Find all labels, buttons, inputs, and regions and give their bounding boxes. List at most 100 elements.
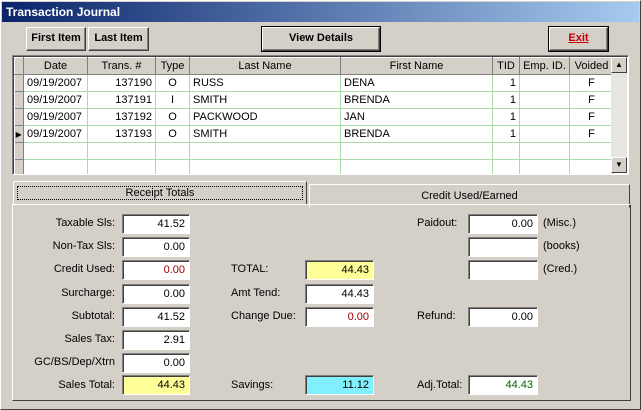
paidout-field: 0.00 xyxy=(468,214,538,234)
exit-button[interactable]: Exit xyxy=(548,26,609,52)
table-cell[interactable] xyxy=(340,159,493,174)
gc-bs-dep-xtrn-label: GC/BS/Dep/Xtrn xyxy=(34,356,115,368)
column-header[interactable]: Voided xyxy=(569,57,614,75)
amt-tend-field: 44.43 xyxy=(305,284,374,304)
first-item-button[interactable]: First Item xyxy=(26,27,86,51)
savings-field: 11.12 xyxy=(305,375,374,395)
table-cell[interactable]: O xyxy=(155,108,190,126)
table-cell[interactable] xyxy=(492,159,520,174)
table-cell[interactable]: 09/19/2007 xyxy=(23,74,88,92)
table-row[interactable]: 09/19/2007 137191 I SMITH BRENDA 1 F xyxy=(14,91,614,109)
table-cell[interactable] xyxy=(87,142,156,160)
table-cell[interactable]: F xyxy=(569,74,614,92)
table-cell[interactable] xyxy=(155,142,190,160)
table-cell[interactable]: 1 xyxy=(492,91,520,109)
table-cell[interactable] xyxy=(569,159,614,174)
subtotal-label: Subtotal: xyxy=(71,310,115,322)
table-cell[interactable] xyxy=(519,125,570,143)
gc-bs-dep-xtrn-field: 0.00 xyxy=(122,353,190,373)
column-header[interactable]: First Name xyxy=(340,57,493,75)
adj-total-field: 44.43 xyxy=(468,375,538,395)
table-cell[interactable] xyxy=(189,142,341,160)
table-cell[interactable]: 09/19/2007 xyxy=(23,108,88,126)
empty-table-row[interactable] xyxy=(14,159,614,174)
sales-total-label: Sales Total: xyxy=(58,379,115,391)
table-cell[interactable] xyxy=(519,91,570,109)
grid-scrollbar[interactable]: ▲ ▼ xyxy=(611,57,627,173)
table-cell[interactable]: F xyxy=(569,91,614,109)
column-header[interactable]: Last Name xyxy=(189,57,341,75)
column-header[interactable]: Trans. # xyxy=(87,57,156,75)
table-cell[interactable]: 1 xyxy=(492,125,520,143)
row-selector[interactable] xyxy=(14,74,24,92)
column-header[interactable]: Type xyxy=(155,57,190,75)
total-field: 44.43 xyxy=(305,260,374,280)
arrow-up-icon[interactable]: ▲ xyxy=(611,57,627,73)
table-cell[interactable]: PACKWOOD xyxy=(189,108,341,126)
table-cell[interactable] xyxy=(23,142,88,160)
table-cell[interactable]: 137191 xyxy=(87,91,156,109)
empty-table-row[interactable] xyxy=(14,142,614,160)
credit-used-label: Credit Used: xyxy=(53,263,115,275)
surcharge-field: 0.00 xyxy=(122,284,190,304)
last-item-button[interactable]: Last Item xyxy=(88,27,149,51)
table-cell[interactable] xyxy=(569,142,614,160)
arrow-down-icon[interactable]: ▼ xyxy=(611,157,627,173)
row-selector[interactable] xyxy=(14,159,24,174)
table-cell[interactable]: F xyxy=(569,125,614,143)
table-cell[interactable]: 137192 xyxy=(87,108,156,126)
table-cell[interactable]: 1 xyxy=(492,108,520,126)
row-selector-header xyxy=(14,57,24,75)
table-cell[interactable]: I xyxy=(155,91,190,109)
table-cell[interactable] xyxy=(519,159,570,174)
table-row[interactable]: 09/19/2007 137192 O PACKWOOD JAN 1 F xyxy=(14,108,614,126)
table-cell[interactable]: SMITH xyxy=(189,125,341,143)
exit-label: Exit xyxy=(568,32,589,44)
triangle-right-icon[interactable]: ▶ xyxy=(14,125,24,143)
table-cell[interactable] xyxy=(189,159,341,174)
tab-credit-used-earned-label: Credit Used/Earned xyxy=(421,190,518,202)
table-cell[interactable]: BRENDA xyxy=(340,91,493,109)
table-cell[interactable] xyxy=(519,142,570,160)
row-selector[interactable] xyxy=(14,91,24,109)
sales-tax-field: 2.91 xyxy=(122,330,190,350)
table-cell[interactable] xyxy=(87,159,156,174)
table-cell[interactable] xyxy=(519,74,570,92)
table-cell[interactable]: O xyxy=(155,74,190,92)
column-header[interactable]: Emp. ID. xyxy=(519,57,570,75)
table-cell[interactable] xyxy=(23,159,88,174)
table-cell[interactable]: 1 xyxy=(492,74,520,92)
table-cell[interactable]: DENA xyxy=(340,74,493,92)
window-title: Transaction Journal xyxy=(2,2,639,22)
row-selector[interactable] xyxy=(14,142,24,160)
grid-header-row: Date Trans. # Type Last Name First Name … xyxy=(14,57,614,75)
transactions-grid[interactable]: Date Trans. # Type Last Name First Name … xyxy=(12,55,629,175)
table-row[interactable]: ▶ 09/19/2007 137193 O SMITH BRENDA 1 F xyxy=(14,125,614,143)
total-label: TOTAL: xyxy=(231,263,269,275)
table-cell[interactable] xyxy=(492,142,520,160)
view-details-button[interactable]: View Details xyxy=(261,26,381,52)
table-cell[interactable]: BRENDA xyxy=(340,125,493,143)
table-cell[interactable]: 137190 xyxy=(87,74,156,92)
table-cell[interactable]: RUSS xyxy=(189,74,341,92)
table-cell[interactable] xyxy=(340,142,493,160)
table-cell[interactable]: 137193 xyxy=(87,125,156,143)
table-cell[interactable]: SMITH xyxy=(189,91,341,109)
column-header[interactable]: Date xyxy=(23,57,88,75)
credit-used-field: 0.00 xyxy=(122,260,190,280)
column-header[interactable]: TID xyxy=(492,57,520,75)
table-cell[interactable]: F xyxy=(569,108,614,126)
subtotal-field: 41.52 xyxy=(122,307,190,327)
table-cell[interactable]: JAN xyxy=(340,108,493,126)
table-cell[interactable] xyxy=(155,159,190,174)
row-selector[interactable] xyxy=(14,108,24,126)
books-label: (books) xyxy=(543,240,580,252)
tab-receipt-totals[interactable]: Receipt Totals xyxy=(13,181,307,205)
table-cell[interactable]: O xyxy=(155,125,190,143)
table-cell[interactable]: 09/19/2007 xyxy=(23,125,88,143)
table-cell[interactable]: 09/19/2007 xyxy=(23,91,88,109)
cred-field xyxy=(468,260,538,280)
table-row[interactable]: 09/19/2007 137190 O RUSS DENA 1 F xyxy=(14,74,614,92)
savings-label: Savings: xyxy=(231,379,274,391)
table-cell[interactable] xyxy=(519,108,570,126)
